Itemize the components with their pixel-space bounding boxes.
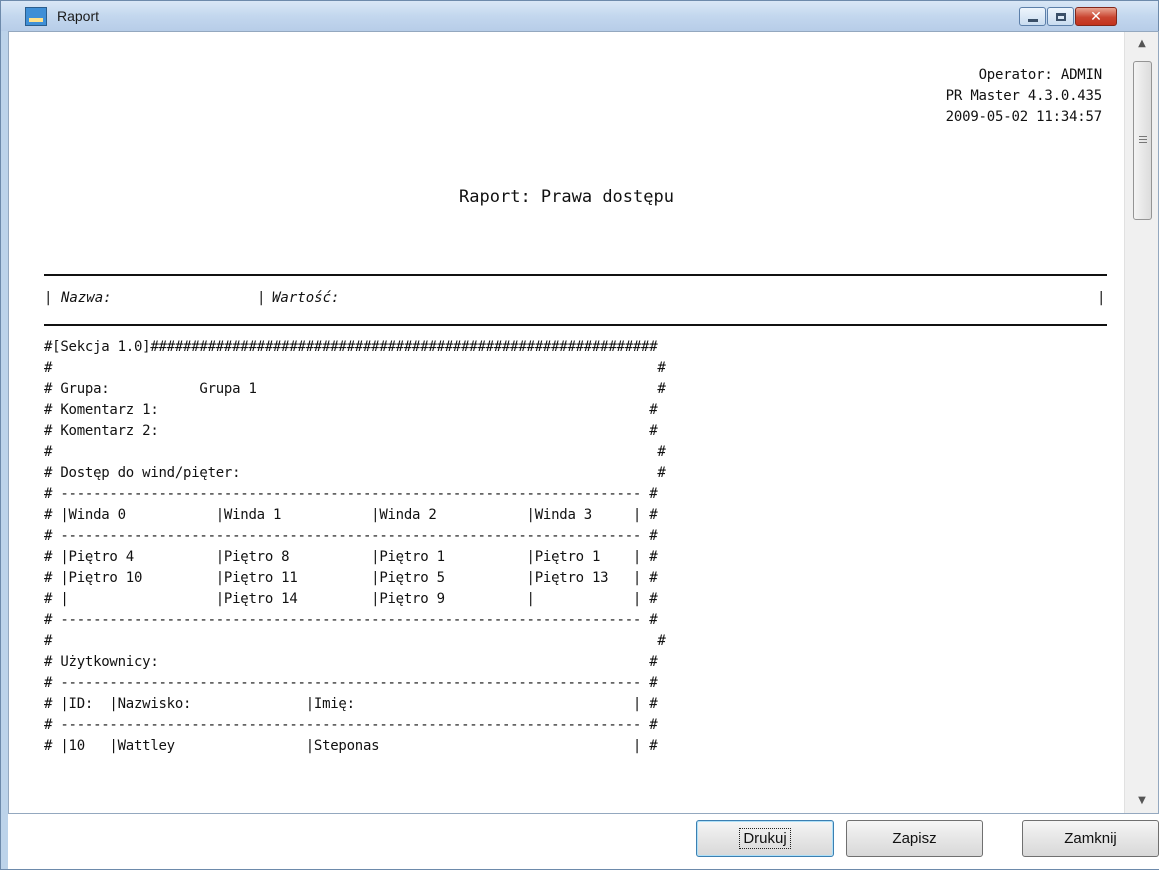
button-bar: Drukuj Zapisz Zamknij	[8, 814, 1159, 869]
header-value-label: Wartość:	[272, 290, 340, 306]
app-icon	[25, 7, 47, 26]
minimize-icon	[1027, 19, 1038, 22]
report-line: # |Piętro 10 |Piętro 11 |Piętro 5 |Piętr…	[44, 570, 658, 586]
report-line: # #	[44, 360, 666, 376]
report-line: # #	[44, 444, 666, 460]
title-bar[interactable]: Raport ✕	[1, 1, 1158, 31]
report-text-area[interactable]: Operator: ADMIN PR Master 4.3.0.435 2009…	[9, 32, 1124, 813]
timestamp-text: 2009-05-02 11:34:57	[945, 109, 1103, 125]
vertical-scrollbar[interactable]: ▲ ▼	[1124, 32, 1158, 813]
report-line: # |Piętro 4 |Piętro 8 |Piętro 1 |Piętro …	[44, 549, 658, 565]
close-icon: ✕	[1090, 8, 1102, 25]
report-line: # Komentarz 2: #	[44, 423, 658, 439]
header-pipe: |	[1097, 290, 1106, 306]
header-pipe: |	[257, 290, 266, 306]
report-line: # --------------------------------------…	[44, 675, 658, 691]
report-line: # --------------------------------------…	[44, 612, 658, 628]
report-line: # #	[44, 633, 666, 649]
report-title: Raport: Prawa dostępu	[459, 187, 674, 207]
print-button-label: Drukuj	[739, 828, 791, 849]
report-line: # Użytkownicy: #	[44, 654, 658, 670]
report-content: Operator: ADMIN PR Master 4.3.0.435 2009…	[8, 31, 1159, 814]
report-line: # |10 |Wattley |Steponas | #	[44, 738, 658, 754]
operator-text: Operator: ADMIN	[978, 67, 1103, 83]
report-line: # |ID: |Nazwisko: |Imię: | #	[44, 696, 658, 712]
report-line: #[Sekcja 1.0]###########################…	[44, 339, 658, 355]
report-meta: Operator: ADMIN PR Master 4.3.0.435 2009…	[945, 65, 1103, 128]
header-pipe: |	[44, 290, 53, 306]
header-bottom-rule	[44, 324, 1107, 326]
close-window-button[interactable]: ✕	[1075, 7, 1117, 26]
scroll-thumb[interactable]	[1133, 61, 1152, 220]
scroll-up-icon[interactable]: ▲	[1125, 32, 1159, 56]
report-line: # |Winda 0 |Winda 1 |Winda 2 |Winda 3 | …	[44, 507, 658, 523]
report-header-row: | Nazwa: | Wartość: |	[44, 288, 1107, 310]
report-line: # Komentarz 1: #	[44, 402, 658, 418]
header-name-label: Nazwa:	[61, 290, 112, 306]
report-line: # | |Piętro 14 |Piętro 9 | | #	[44, 591, 658, 607]
scroll-down-icon[interactable]: ▼	[1125, 789, 1159, 813]
maximize-icon	[1055, 12, 1066, 21]
print-button[interactable]: Drukuj	[696, 820, 834, 857]
window-title: Raport	[57, 8, 100, 24]
report-window: Raport ✕ Operator: ADMIN PR Master 4.3.0…	[0, 0, 1159, 870]
close-button[interactable]: Zamknij	[1022, 820, 1159, 857]
grip-icon	[1139, 136, 1147, 143]
report-line: # --------------------------------------…	[44, 528, 658, 544]
report-line: # --------------------------------------…	[44, 717, 658, 733]
report-line: # Grupa: Grupa 1 #	[44, 381, 666, 397]
minimize-button[interactable]	[1019, 7, 1046, 26]
header-top-rule	[44, 274, 1107, 276]
maximize-button[interactable]	[1047, 7, 1074, 26]
report-line: # Dostęp do wind/pięter: #	[44, 465, 666, 481]
save-button[interactable]: Zapisz	[846, 820, 983, 857]
version-text: PR Master 4.3.0.435	[945, 88, 1103, 104]
report-section: #[Sekcja 1.0]###########################…	[44, 337, 1107, 757]
report-line: # --------------------------------------…	[44, 486, 658, 502]
